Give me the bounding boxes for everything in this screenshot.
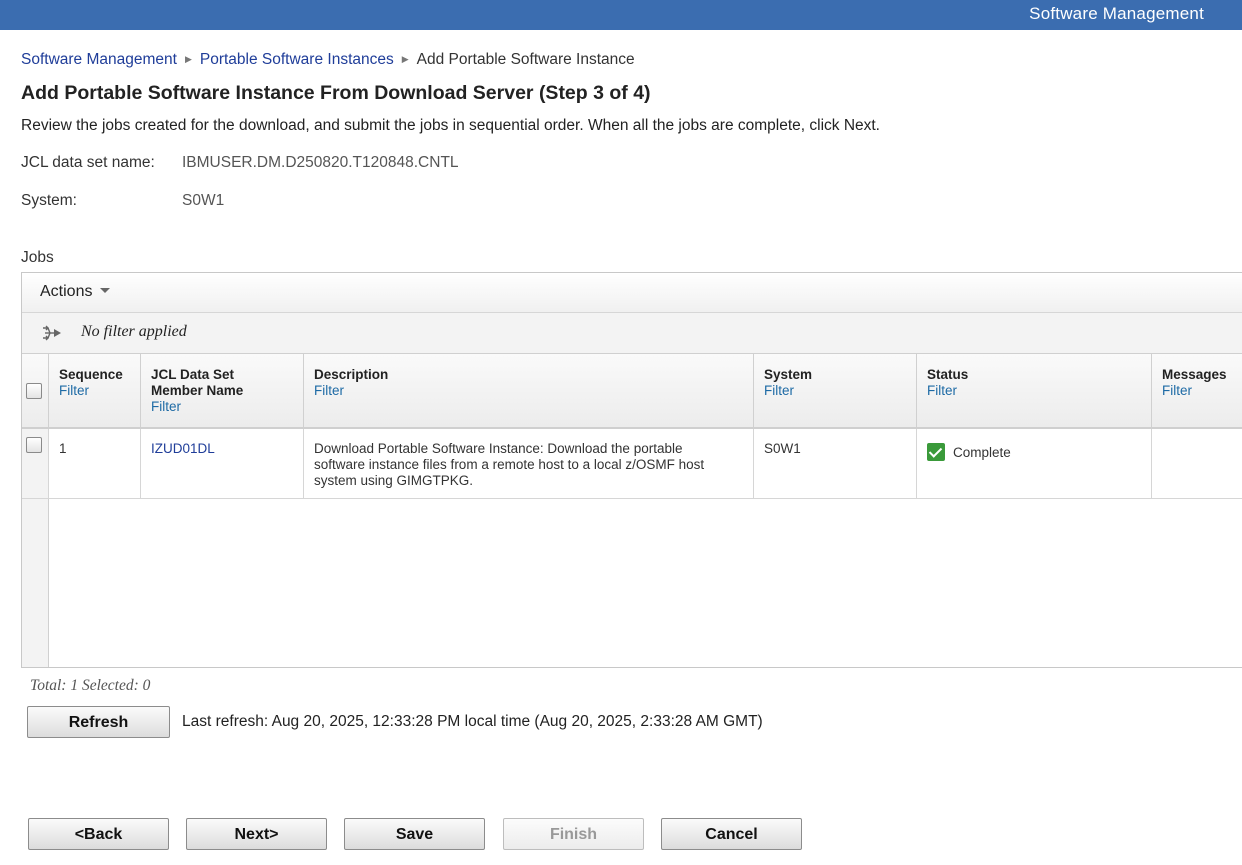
breadcrumb-current: Add Portable Software Instance: [416, 51, 635, 68]
column-header-system: System: [764, 367, 813, 382]
filter-link-messages[interactable]: Filter: [1162, 383, 1242, 399]
column-system[interactable]: System Filter: [753, 354, 916, 427]
refresh-button[interactable]: Refresh: [27, 706, 170, 738]
status-text: Complete: [953, 445, 1011, 460]
filter-arrows-icon[interactable]: [41, 323, 63, 343]
cell-status: Complete: [916, 429, 1151, 498]
status-complete-check-icon: [927, 443, 945, 461]
column-description[interactable]: Description Filter: [303, 354, 753, 427]
filter-link-description[interactable]: Filter: [314, 383, 743, 399]
next-button[interactable]: Next>: [186, 818, 327, 850]
column-messages[interactable]: Messages Filter: [1151, 354, 1242, 427]
cell-system: S0W1: [753, 429, 916, 498]
cell-description: Download Portable Software Instance: Dow…: [303, 429, 753, 498]
filter-link-system[interactable]: Filter: [764, 383, 906, 399]
cell-member-name: IZUD01DL: [140, 429, 303, 498]
filter-link-status[interactable]: Filter: [927, 383, 1141, 399]
back-button[interactable]: <Back: [28, 818, 169, 850]
filter-link-member-name[interactable]: Filter: [151, 399, 293, 415]
top-banner: Software Management: [0, 0, 1242, 30]
column-header-status: Status: [927, 367, 969, 382]
app-title: Software Management: [1029, 4, 1204, 23]
jobs-table: Actions No filter applied Sequence Filte…: [21, 272, 1242, 668]
column-header-sequence: Sequence: [59, 367, 123, 382]
breadcrumb-separator-icon: ▶: [184, 54, 192, 64]
breadcrumb-portable-software-instances[interactable]: Portable Software Instances: [200, 51, 394, 68]
filter-bar: No filter applied: [22, 313, 1242, 354]
column-header-description: Description: [314, 367, 389, 382]
select-all-checkbox[interactable]: [26, 383, 42, 399]
row-checkbox[interactable]: [26, 437, 42, 453]
table-row[interactable]: 1 IZUD01DL Download Portable Software In…: [22, 429, 1242, 499]
column-status[interactable]: Status Filter: [916, 354, 1151, 427]
column-header-member-name: JCL Data Set Member Name: [151, 367, 244, 398]
filter-link-sequence[interactable]: Filter: [59, 383, 130, 399]
breadcrumb-software-management[interactable]: Software Management: [21, 51, 177, 68]
cell-sequence: 1: [48, 429, 140, 498]
column-member-name[interactable]: JCL Data Set Member Name Filter: [140, 354, 303, 427]
jcl-data-set-label: JCL data set name:: [21, 154, 155, 171]
finish-button[interactable]: Finish: [503, 818, 644, 850]
table-toolbar: Actions: [22, 273, 1242, 313]
page-title: Add Portable Software Instance From Down…: [21, 82, 651, 104]
system-value: S0W1: [182, 192, 225, 209]
breadcrumb-separator-icon: ▶: [401, 54, 409, 64]
table-footer-summary: Total: 1 Selected: 0: [30, 677, 151, 694]
jobs-label: Jobs: [21, 249, 54, 266]
save-button[interactable]: Save: [344, 818, 485, 850]
system-label: System:: [21, 192, 77, 209]
actions-label: Actions: [40, 283, 93, 300]
member-name-link[interactable]: IZUD01DL: [151, 441, 215, 456]
actions-menu[interactable]: Actions: [40, 283, 111, 301]
page-intro: Review the jobs created for the download…: [21, 117, 880, 134]
jcl-data-set-value: IBMUSER.DM.D250820.T120848.CNTL: [182, 154, 459, 171]
last-refresh-text: Last refresh: Aug 20, 2025, 12:33:28 PM …: [182, 713, 763, 730]
filter-status: No filter applied: [81, 323, 187, 340]
column-header-messages: Messages: [1162, 367, 1227, 382]
table-header: Sequence Filter JCL Data Set Member Name…: [22, 354, 1242, 429]
cell-messages: [1151, 429, 1242, 498]
column-sequence[interactable]: Sequence Filter: [48, 354, 140, 427]
breadcrumb: Software Management ▶ Portable Software In…: [21, 51, 635, 69]
chevron-down-icon: [100, 288, 111, 293]
cancel-button[interactable]: Cancel: [661, 818, 802, 850]
